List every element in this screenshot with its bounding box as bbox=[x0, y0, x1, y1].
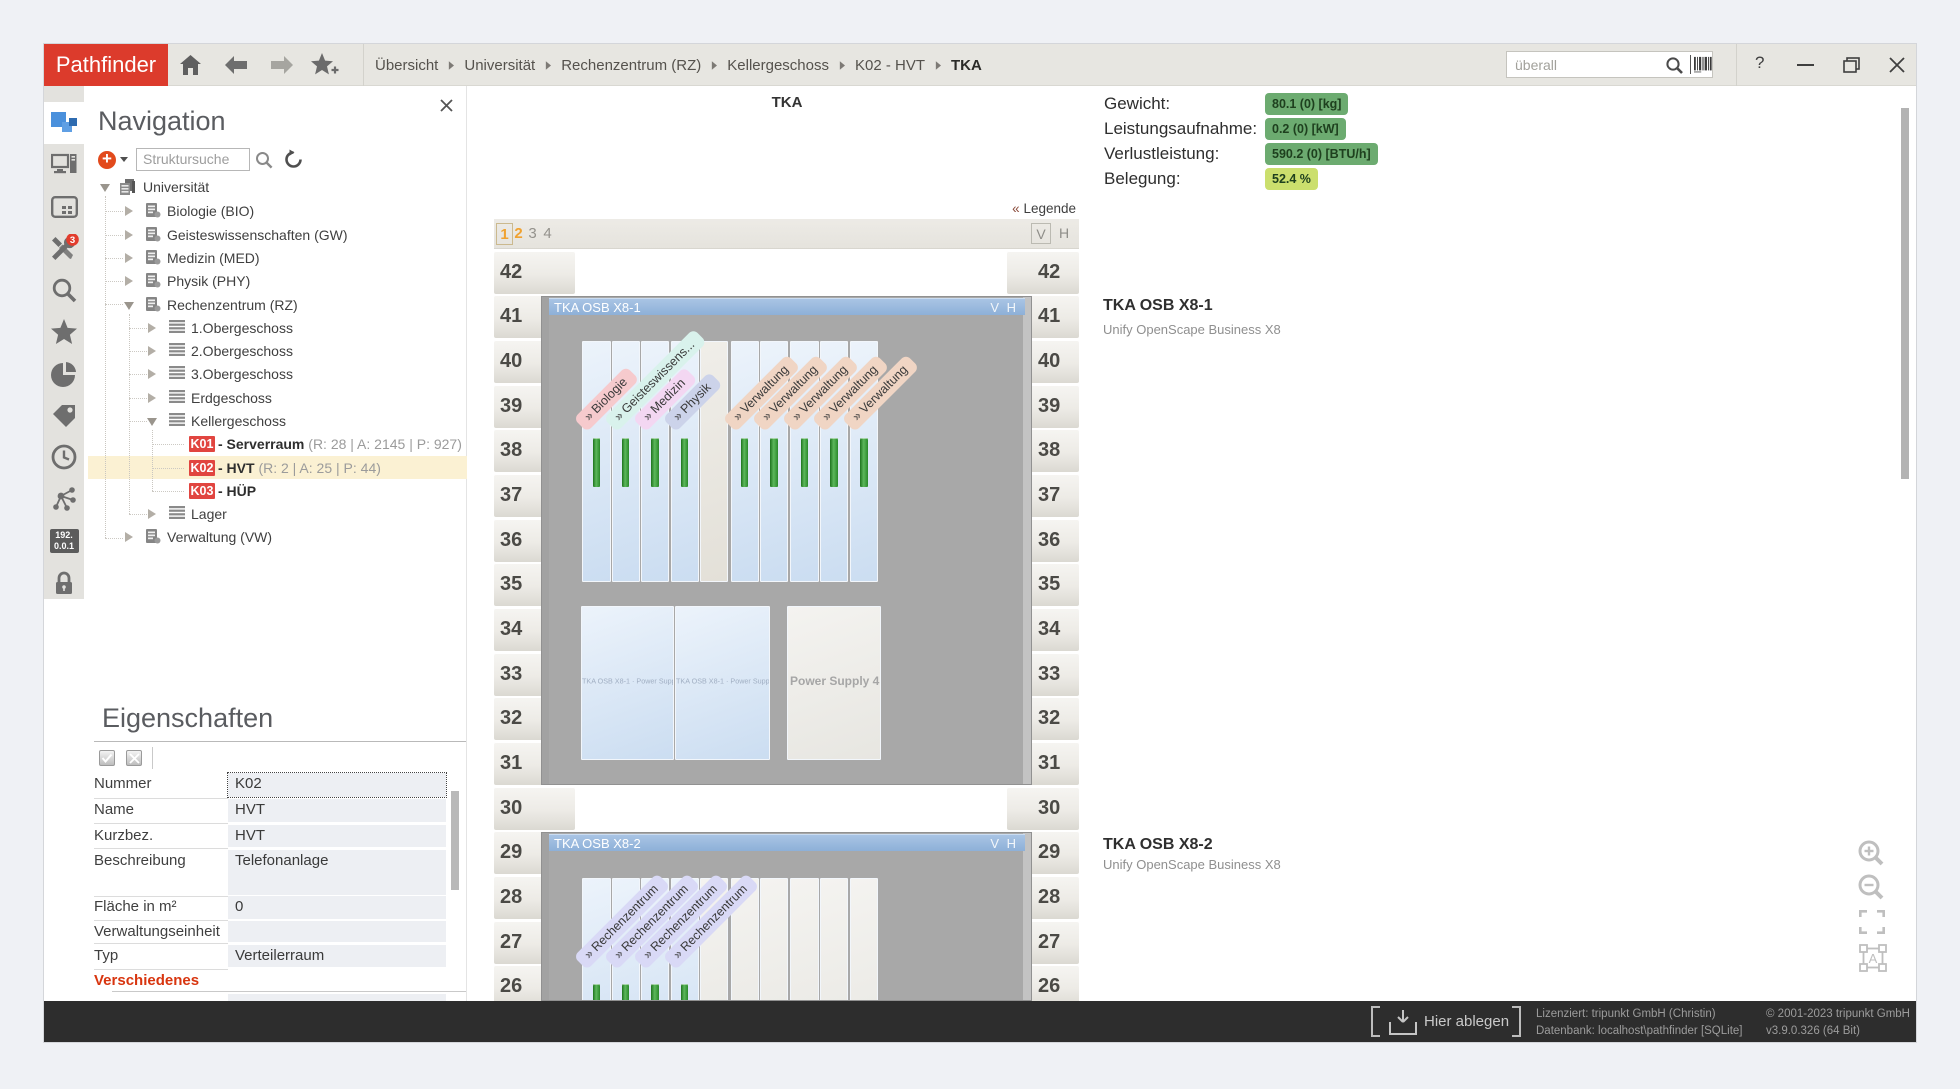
svg-text:3: 3 bbox=[70, 235, 75, 246]
svg-text:A: A bbox=[1869, 951, 1878, 966]
